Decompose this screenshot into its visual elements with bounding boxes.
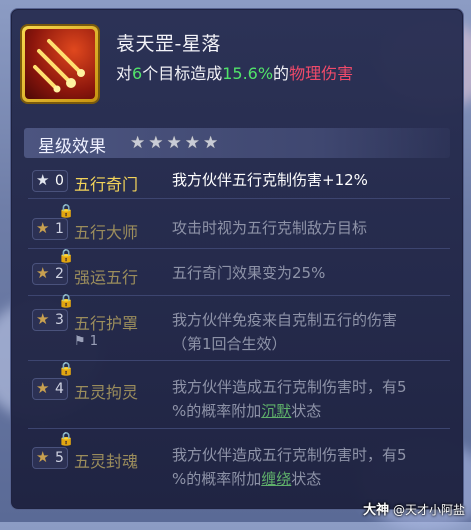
level-row-1: ★ 1 🔒 五行大师 攻击时视为五行克制敌方目标 (28, 204, 450, 249)
star-icon: ★ (130, 133, 146, 153)
level-effect: 五行奇门效果变为25% (172, 264, 326, 282)
level-badge: ★ 4 (32, 378, 68, 400)
meteor-icon (25, 29, 95, 99)
star-icon: ★ (36, 264, 50, 282)
level-effect: 我方伙伴造成五行克制伤害时，有5 %的概率附加沉默状态 (172, 378, 407, 420)
lock-icon: 🔒 (58, 204, 75, 219)
star-icon: ★ (184, 133, 200, 153)
level-effect: 我方伙伴五行克制伤害+12% (172, 171, 368, 189)
star-rating: ★ ★ ★ ★ ★ (130, 134, 218, 152)
star-effects-header: 星级效果 ★ ★ ★ ★ ★ (24, 128, 450, 158)
star-icon: ★ (36, 448, 50, 466)
level-badge: ★ 5 (32, 447, 68, 469)
level-row-3: ★ 3 🔒 五行护罩 ⚑ 1 我方伙伴免疫来自克制五行的伤害 （第1回合生效） (28, 294, 450, 361)
lock-icon: 🔒 (58, 432, 75, 447)
section-title: 星级效果 (38, 137, 106, 157)
level-title: 五灵拘灵 (74, 383, 139, 402)
level-effect: 攻击时视为五行克制敌方目标 (172, 219, 368, 237)
level-title: 五行大师 (74, 223, 139, 242)
level-row-2: ★ 2 🔒 强运五行 五行奇门效果变为25% (28, 249, 450, 296)
level-title: 五行奇门 (74, 175, 139, 194)
level-effect: 我方伙伴免疫来自克制五行的伤害 （第1回合生效） (172, 311, 398, 353)
star-icon: ★ (36, 310, 50, 328)
level-badge: ★ 3 (32, 309, 68, 331)
level-effect: 我方伙伴造成五行克制伤害时，有5 %的概率附加缠绕状态 (172, 446, 407, 488)
star-icon: ★ (36, 219, 50, 237)
lock-icon: 🔒 (58, 362, 75, 377)
level-row-5: ★ 5 🔒 五灵封魂 我方伙伴造成五行克制伤害时，有5 %的概率附加缠绕状态 (28, 432, 450, 496)
star-icon: ★ (203, 133, 219, 153)
level-row-4: ★ 4 🔒 五灵拘灵 我方伙伴造成五行克制伤害时，有5 %的概率附加沉默状态 (28, 362, 450, 429)
level-badge: ★ 1 (32, 218, 68, 240)
flag-counter: ⚑ 1 (74, 334, 99, 349)
star-icon: ★ (36, 171, 50, 189)
star-icon: ★ (36, 379, 50, 397)
flag-icon: ⚑ (74, 334, 86, 349)
skill-description: 对6个目标造成15.6%的物理伤害 (116, 64, 354, 83)
level-badge: ★ 0 (32, 170, 68, 192)
level-badge: ★ 2 (32, 263, 68, 285)
level-title: 五灵封魂 (74, 452, 139, 471)
level-title: 强运五行 (74, 268, 139, 287)
level-row-0: ★ 0 五行奇门 我方伙伴五行克制伤害+12% (28, 162, 450, 199)
skill-name: 袁天罡-星落 (116, 33, 221, 55)
star-icon: ★ (148, 133, 164, 153)
lock-icon: 🔒 (58, 249, 75, 264)
star-icon: ★ (166, 133, 182, 153)
skill-icon (22, 26, 98, 102)
status-keyword-link[interactable]: 缠绕 (261, 470, 291, 488)
watermark: 大神 @天才小阿盐 (363, 503, 465, 518)
lock-icon: 🔒 (58, 294, 75, 309)
status-keyword-link[interactable]: 沉默 (261, 402, 291, 420)
level-title: 五行护罩 (74, 314, 139, 333)
